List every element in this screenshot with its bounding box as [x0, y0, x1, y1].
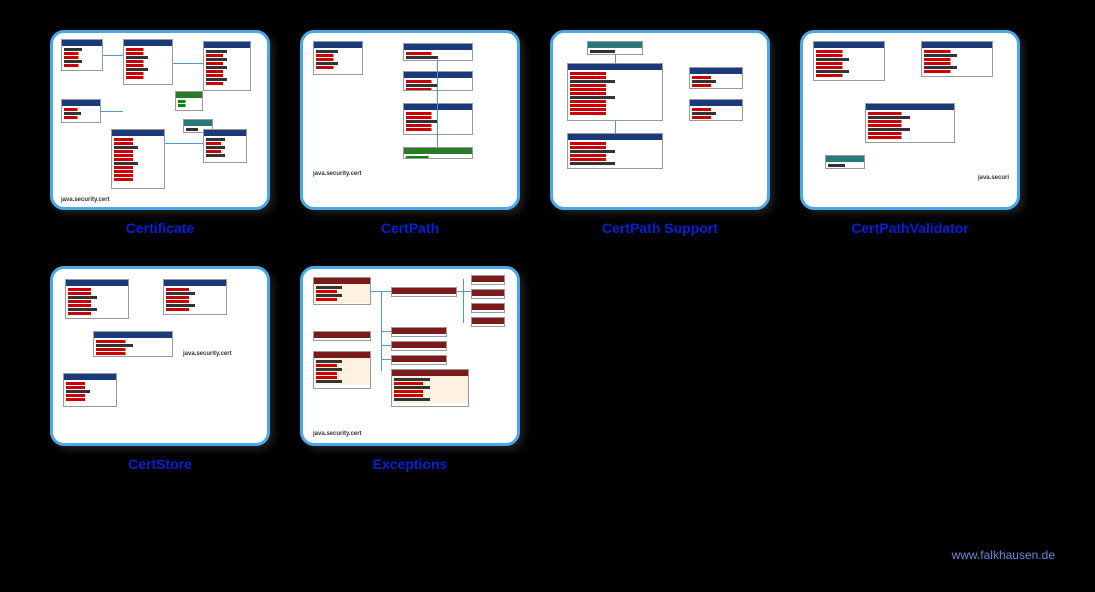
card-label: CertStore [128, 456, 192, 472]
package-label: java.security.cert [313, 431, 362, 437]
card-certpathvalidator[interactable]: java.securi CertPathValidator [800, 30, 1020, 236]
card-label: CertPath Support [602, 220, 718, 236]
card-label: Exceptions [373, 456, 448, 472]
card-label: Certificate [126, 220, 194, 236]
diagram-grid: java.security.cert Certificate java.secu… [0, 0, 1095, 492]
package-label: java.security.cert [61, 197, 110, 203]
thumbnail: java.security.cert [300, 266, 520, 446]
package-label: java.securi [978, 175, 1009, 181]
card-certificate[interactable]: java.security.cert Certificate [50, 30, 270, 236]
package-label: java.security.cert [183, 351, 232, 357]
thumbnail: java.security.cert [50, 30, 270, 210]
card-label: CertPathValidator [851, 220, 968, 236]
footer-link[interactable]: www.falkhausen.de [952, 548, 1055, 562]
card-certstore[interactable]: java.security.cert CertStore [50, 266, 270, 472]
card-certpath-support[interactable]: CertPath Support [550, 30, 770, 236]
thumbnail: java.security.cert [50, 266, 270, 446]
card-exceptions[interactable]: java.security.cert Exceptions [300, 266, 520, 472]
thumbnail [550, 30, 770, 210]
thumbnail: java.securi [800, 30, 1020, 210]
card-certpath[interactable]: java.security.cert CertPath [300, 30, 520, 236]
card-label: CertPath [381, 220, 439, 236]
thumbnail: java.security.cert [300, 30, 520, 210]
package-label: java.security.cert [313, 171, 362, 177]
